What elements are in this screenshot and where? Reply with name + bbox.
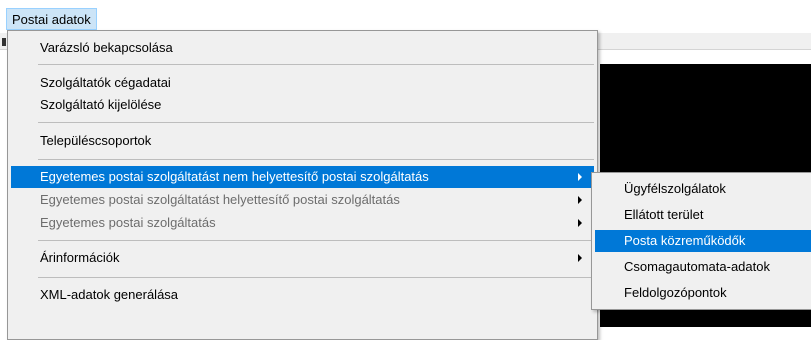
menu-item-xml-adatok-generalasa[interactable]: XML-adatok generálása <box>11 284 594 306</box>
menu-bar: Postai adatok <box>0 0 811 33</box>
dropdown-menu-postai-adatok: Varázsló bekapcsolása Szolgáltatók cégad… <box>7 30 598 340</box>
menu-item-telepulescsoportok[interactable]: Településcsoportok <box>11 130 594 152</box>
menu-item-szolgaltato-kijelolese[interactable]: Szolgáltató kijelölése <box>11 94 594 116</box>
menu-item-varazslo-bekapcsolasa[interactable]: Varázsló bekapcsolása <box>11 37 594 59</box>
menu-item-label: Árinformációk <box>40 250 120 265</box>
chevron-right-icon <box>578 254 582 262</box>
chevron-right-icon <box>578 173 582 181</box>
menu-item-label: Egyetemes postai szolgáltatást nem helye… <box>40 169 429 184</box>
chevron-right-icon <box>578 219 582 227</box>
menu-item-szolgaltatok-cegadatai[interactable]: Szolgáltatók cégadatai <box>11 72 594 94</box>
menu-item-arinformaciok[interactable]: Árinformációk <box>11 247 594 269</box>
menu-separator <box>38 159 594 160</box>
menu-separator <box>38 122 594 123</box>
menu-separator <box>38 240 594 241</box>
menu-item-egyetemes-postai-szolgaltatas[interactable]: Egyetemes postai szolgáltatás <box>11 212 594 234</box>
menu-item-label: Egyetemes postai szolgáltatás <box>40 215 216 230</box>
submenu-item-ellatott-terulet[interactable]: Ellátott terület <box>595 204 811 226</box>
menu-item-helyettesito-szolgaltatas[interactable]: Egyetemes postai szolgáltatást helyettes… <box>11 189 594 211</box>
menu-postai-adatok[interactable]: Postai adatok <box>6 8 97 30</box>
menu-separator <box>38 277 594 278</box>
submenu-item-ugyfelszolgalatok[interactable]: Ügyfélszolgálatok <box>595 178 811 200</box>
partial-toolbar-glyph <box>2 38 6 46</box>
submenu-item-feldolgozopontok[interactable]: Feldolgozópontok <box>595 282 811 304</box>
submenu-item-posta-kozremukodok[interactable]: Posta közreműködők <box>595 230 811 252</box>
submenu-nem-helyettesito: Ügyfélszolgálatok Ellátott terület Posta… <box>591 172 811 310</box>
submenu-item-csomagautomata-adatok[interactable]: Csomagautomata-adatok <box>595 256 811 278</box>
menu-separator <box>38 64 594 65</box>
menu-item-nem-helyettesito-szolgaltatas[interactable]: Egyetemes postai szolgáltatást nem helye… <box>11 166 594 188</box>
chevron-right-icon <box>578 196 582 204</box>
menu-item-label: Egyetemes postai szolgáltatást helyettes… <box>40 192 400 207</box>
